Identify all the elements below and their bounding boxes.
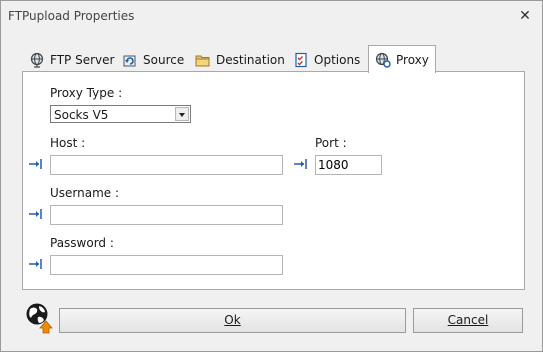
cancel-button[interactable]: Cancel	[413, 308, 523, 333]
port-input[interactable]	[315, 155, 382, 175]
tab-source[interactable]: Source	[122, 48, 184, 72]
tab-options[interactable]: Options	[293, 48, 360, 72]
username-input[interactable]	[50, 205, 283, 225]
field-marker-icon	[29, 259, 42, 269]
field-marker-icon	[29, 159, 42, 169]
properties-dialog: FTPupload Properties ✕ FTP Server Source	[0, 0, 543, 352]
tab-proxy[interactable]: Proxy	[368, 45, 436, 73]
password-input[interactable]	[50, 255, 283, 275]
field-marker-icon	[29, 209, 42, 219]
password-label: Password :	[50, 236, 114, 250]
ftp-upload-app-icon	[26, 303, 53, 334]
username-label: Username :	[50, 186, 120, 200]
checklist-icon	[295, 52, 307, 68]
chevron-down-icon[interactable]	[175, 107, 189, 121]
proxy-type-select[interactable]: Socks V5	[50, 105, 191, 123]
field-marker-icon	[294, 159, 307, 169]
close-icon[interactable]: ✕	[517, 8, 533, 24]
host-label: Host :	[50, 136, 86, 150]
ok-button[interactable]: Ok	[59, 308, 406, 333]
folder-icon	[195, 55, 210, 67]
tab-label: Proxy	[396, 52, 429, 67]
title-bar: FTPupload Properties ✕	[1, 1, 542, 32]
proxy-type-value: Socks V5	[54, 108, 109, 122]
tab-ftp-server[interactable]: FTP Server	[29, 48, 114, 72]
tab-label: Destination	[216, 53, 285, 67]
proxy-type-label: Proxy Type :	[50, 86, 123, 100]
network-icon	[375, 52, 391, 68]
globe-icon	[30, 52, 44, 68]
tab-label: Source	[143, 53, 185, 67]
tab-label: FTP Server	[50, 53, 115, 67]
host-input[interactable]	[50, 155, 283, 175]
window-title: FTPupload Properties	[8, 9, 135, 23]
port-label: Port :	[315, 136, 347, 150]
tab-label: Options	[314, 53, 361, 67]
tab-destination[interactable]: Destination	[195, 48, 285, 72]
refresh-icon	[123, 55, 136, 67]
tab-strip: FTP Server Source Destination Options Pr…	[22, 45, 527, 73]
